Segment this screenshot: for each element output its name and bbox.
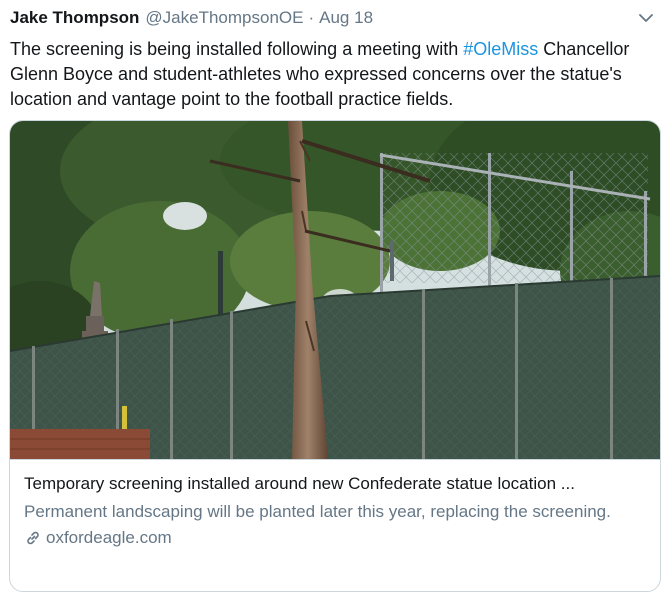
photo-icon	[10, 121, 660, 459]
tweet-text: The screening is being installed followi…	[10, 37, 650, 112]
tweet-header: Jake Thompson @JakeThompsonOE · Aug 18	[10, 6, 662, 30]
separator-dot: ·	[308, 8, 315, 27]
tweet-text-before: The screening is being installed followi…	[10, 39, 464, 59]
tweet-date[interactable]: Aug 18	[319, 8, 373, 28]
link-icon	[24, 529, 42, 547]
author-name[interactable]: Jake Thompson	[10, 8, 139, 28]
card-description: Permanent landscaping will be planted la…	[24, 502, 611, 521]
card-title[interactable]: Temporary screening installed around new…	[24, 472, 646, 496]
chevron-down-icon[interactable]	[636, 8, 656, 28]
hashtag-link[interactable]: #OleMiss	[463, 39, 538, 59]
author-handle[interactable]: @JakeThompsonOE	[145, 8, 303, 28]
card-domain[interactable]: oxfordeagle.com	[46, 528, 172, 548]
card-body[interactable]: Temporary screening installed around new…	[10, 459, 660, 591]
link-card[interactable]: Temporary screening installed around new…	[9, 120, 661, 592]
card-link[interactable]: oxfordeagle.com	[24, 528, 646, 548]
card-image[interactable]	[10, 121, 660, 459]
